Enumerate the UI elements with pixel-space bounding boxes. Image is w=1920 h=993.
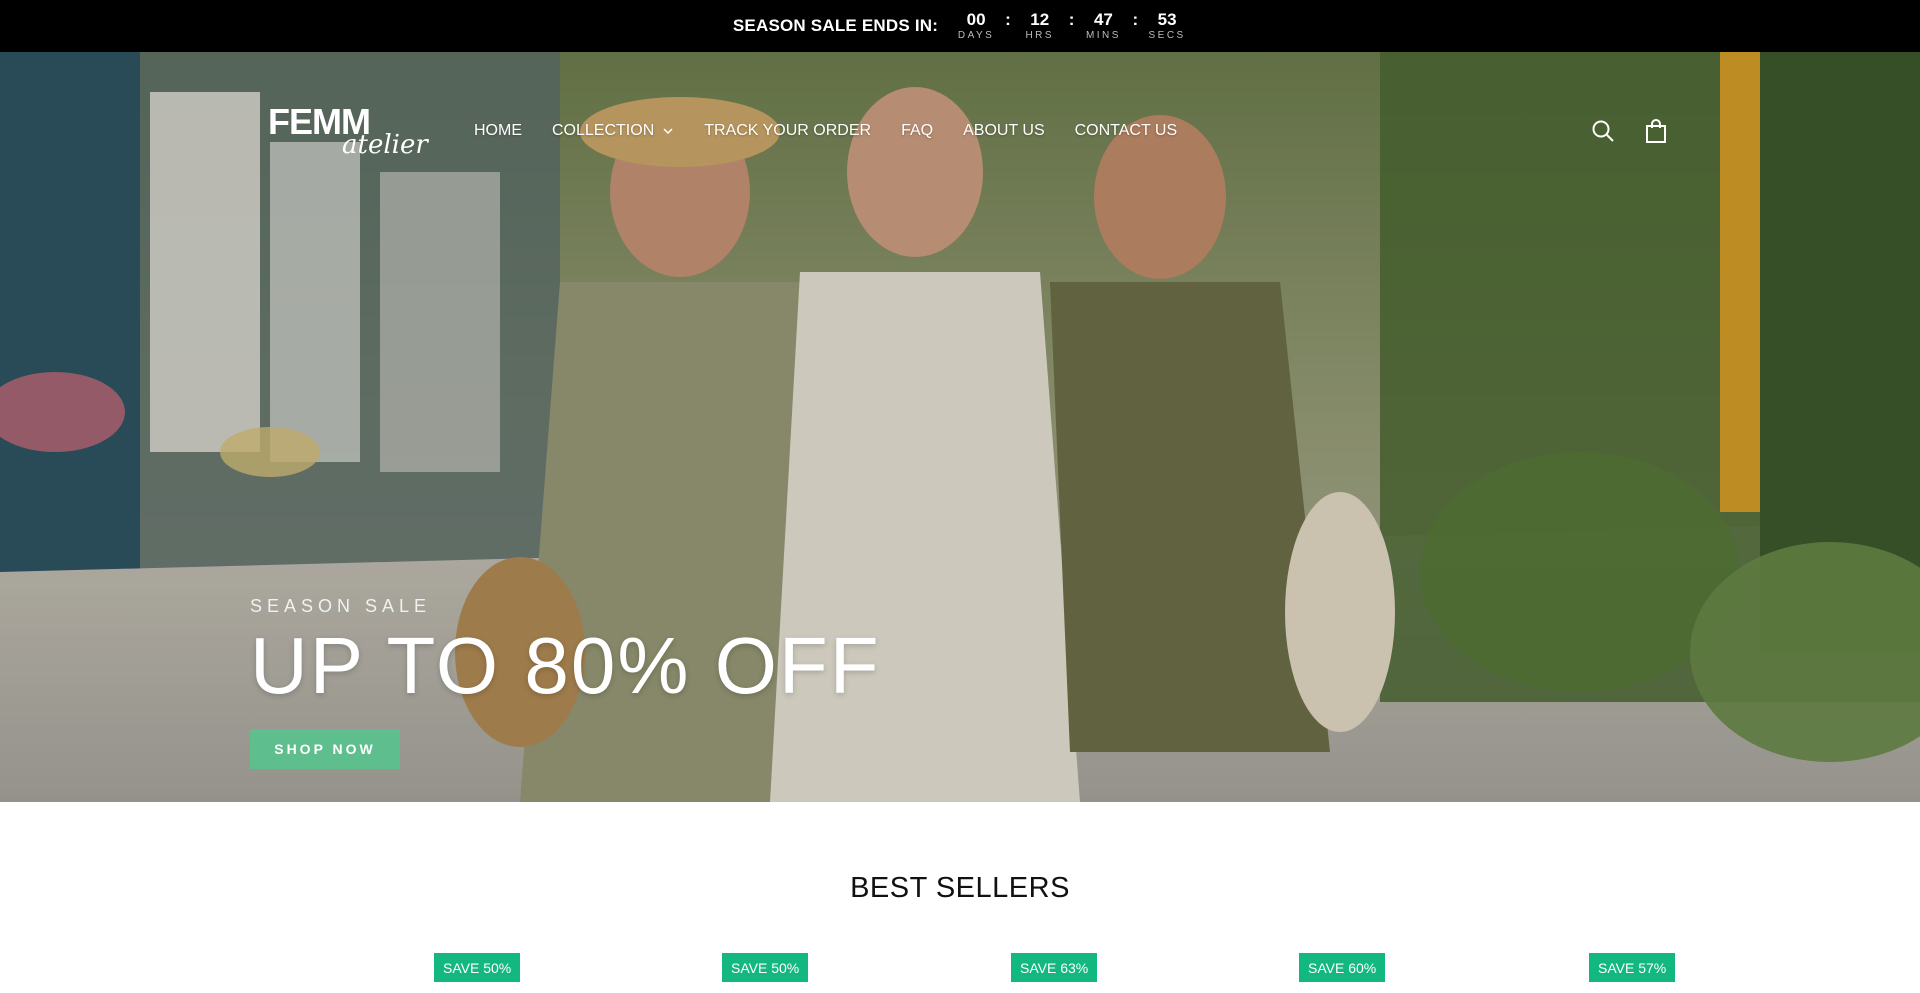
shop-now-button[interactable]: SHOP NOW <box>250 729 400 769</box>
chevron-down-icon <box>663 128 673 135</box>
hero-eyebrow: SEASON SALE <box>250 596 432 616</box>
countdown-seconds: 53 SECS <box>1147 9 1187 42</box>
hero-headline: UP TO 80% OFF <box>250 621 881 710</box>
announcement-bar: SEASON SALE ENDS IN: 00 DAYS : 12 HRS : … <box>0 0 1920 52</box>
countdown-timer: 00 DAYS : 12 HRS : 47 MINS : 53 SECS <box>956 9 1187 42</box>
nav-home[interactable]: HOME <box>474 122 522 140</box>
countdown-hours-unit: HRS <box>1025 29 1055 41</box>
nav-track-order[interactable]: TRACK YOUR ORDER <box>704 122 871 140</box>
search-icon[interactable] <box>1590 118 1616 144</box>
nav-collection[interactable]: COLLECTION <box>552 122 674 140</box>
best-sellers-title: BEST SELLERS <box>850 872 1070 904</box>
countdown-minutes: 47 MINS <box>1083 9 1123 42</box>
countdown-days-value: 00 <box>966 9 986 29</box>
discount-badge: SAVE 50% <box>434 953 521 982</box>
countdown-separator: : <box>1005 10 1011 29</box>
countdown-seconds-value: 53 <box>1157 9 1177 29</box>
countdown-separator: : <box>1068 10 1075 29</box>
discount-badge: SAVE 57% <box>1589 953 1676 982</box>
countdown-days: 00 DAYS <box>956 9 996 42</box>
nav-contact-us[interactable]: CONTACT US <box>1075 122 1178 140</box>
countdown-hours-value: 12 <box>1030 9 1050 29</box>
nav-collection-label: COLLECTION <box>552 122 655 139</box>
logo-script: atelier <box>342 130 428 160</box>
countdown-minutes-unit: MINS <box>1085 29 1121 41</box>
discount-badge: SAVE 60% <box>1299 953 1386 982</box>
main-nav: HOME COLLECTION TRACK YOUR ORDER FAQ ABO… <box>474 118 1207 144</box>
nav-faq[interactable]: FAQ <box>901 122 933 140</box>
hero-banner: FEMM atelier HOME COLLECTION TRACK YOUR … <box>0 52 1920 802</box>
countdown-separator: : <box>1132 10 1139 29</box>
countdown-minutes-value: 47 <box>1093 9 1113 29</box>
countdown-days-unit: DAYS <box>957 29 995 41</box>
shopping-bag-icon[interactable] <box>1643 118 1669 144</box>
discount-badge: SAVE 50% <box>722 953 809 982</box>
countdown-hours: 12 HRS <box>1020 9 1060 42</box>
nav-about-us[interactable]: ABOUT US <box>963 122 1045 140</box>
sale-ends-label: SEASON SALE ENDS IN: <box>732 16 939 35</box>
countdown-seconds-unit: SECS <box>1148 29 1186 41</box>
discount-badge: SAVE 63% <box>1011 953 1098 982</box>
brand-logo[interactable]: FEMM atelier <box>268 104 432 160</box>
hero-copy: SEASON SALE UP TO 80% OFF SHOP NOW <box>250 596 881 769</box>
